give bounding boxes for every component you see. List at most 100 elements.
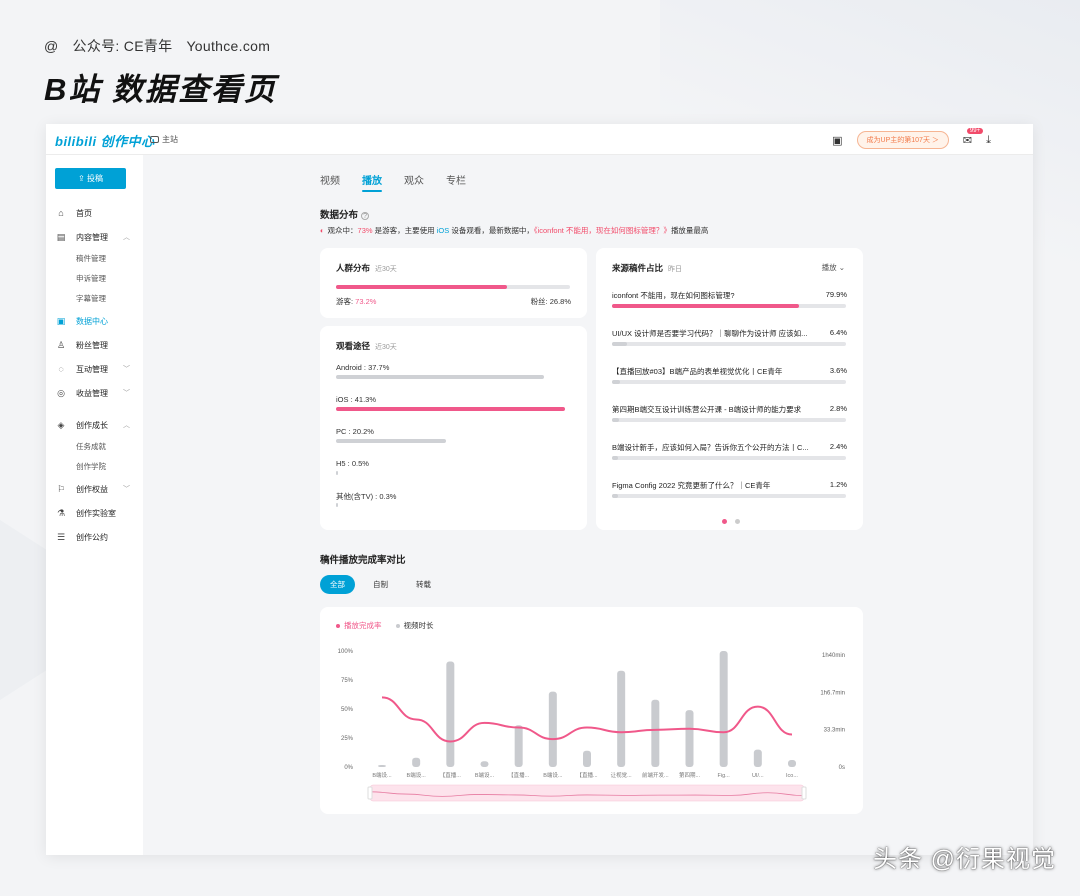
route-title: 观看途径近30天 (336, 340, 397, 352)
brush-handle-left[interactable] (368, 787, 372, 799)
creator-avatar-icon[interactable]: ▣ (832, 134, 842, 147)
duration-bar (412, 758, 420, 767)
sidebar-item-icon: ☰ (56, 532, 66, 543)
source-item-bar (612, 304, 846, 308)
y-right-tick: 0s (839, 765, 845, 771)
tip-g: 播放量最高 (671, 226, 709, 235)
tab[interactable]: 专栏 (446, 172, 466, 187)
chevron-icon[interactable]: ﹀ (123, 364, 130, 374)
source-item-title[interactable]: UI/UX 设计师是否要学习代码？｜聊聊作为设计师 应该如... (612, 328, 812, 339)
sidebar-item-label: 收益管理 (76, 388, 108, 399)
duration-bar (515, 725, 523, 767)
sidebar-item-icon: ◈ (56, 420, 66, 431)
duration-bar (549, 692, 557, 767)
duration-bar (651, 700, 659, 767)
source-item-title[interactable]: 【直播回放#03】B端产品的表单视觉优化丨CE青年 (612, 366, 812, 377)
sidebar-item-icon: ⌂ (56, 208, 66, 218)
sidebar-item[interactable]: ☰创作公约 (46, 525, 143, 549)
completion-title: 稿件播放完成率对比 (320, 552, 406, 566)
sidebar-item[interactable]: ⌂ 首页 (46, 201, 143, 225)
source-item-bar (612, 380, 846, 384)
x-tick-label: Fig... (718, 773, 731, 779)
x-tick-label: B端设... (475, 771, 495, 779)
filter-pill[interactable]: 自制 (363, 575, 398, 594)
route-item-bar-fill (336, 439, 446, 443)
up-days-pill[interactable]: 成为UP主的第107天 ＞ (857, 131, 949, 149)
sidebar-subitem[interactable]: 创作学院 (46, 457, 143, 477)
sidebar-subitem[interactable]: 字幕管理 (46, 289, 143, 309)
sidebar-item-icon: ◎ (56, 388, 66, 399)
sidebar-item[interactable]: ◎ 收益管理 ﹀ (46, 381, 143, 405)
bilibili-logo[interactable]: bilibili 创作中心 (55, 131, 155, 150)
sidebar-subitem[interactable]: 稿件管理 (46, 249, 143, 269)
upload-icon: ⇪ (78, 174, 87, 183)
x-tick-label: 让视觉... (611, 771, 633, 779)
route-item-label: PC : 20.2% (336, 427, 374, 436)
sidebar-item[interactable]: ⚗创作实验室 (46, 501, 143, 525)
tip-video-link[interactable]: 《iconfont 不能用，现在如何图标管理？》 (534, 226, 671, 235)
duration-bar (481, 761, 489, 767)
chevron-icon[interactable]: ﹀ (123, 388, 130, 398)
chart-brush (370, 785, 804, 801)
download-icon[interactable]: ⤓ (986, 134, 991, 147)
sidebar-item-icon: ♙ (56, 340, 66, 351)
credit-at: @ (44, 38, 59, 54)
route-item-label: iOS : 41.3% (336, 395, 376, 404)
credit-site: Youthce.com (186, 38, 270, 54)
carousel-dot-1[interactable] (722, 519, 727, 524)
source-item-bar-fill (612, 342, 627, 346)
carousel-dot-2[interactable] (735, 519, 740, 524)
sidebar-subitem[interactable]: 任务成就 (46, 437, 143, 457)
source-item-bar (612, 418, 846, 422)
source-card: 来源稿件占比昨日 播放 ⌄ iconfont 不能用，现在如何图标管理?79.9… (596, 248, 863, 530)
tab[interactable]: 播放 (362, 172, 382, 187)
message-icon[interactable]: ✉99+ (963, 134, 972, 147)
chevron-icon[interactable]: ︿ (123, 232, 130, 242)
source-metric-select[interactable]: 播放 ⌄ (822, 262, 845, 273)
sidebar-subitem[interactable]: 申诉管理 (46, 269, 143, 289)
sidebar-item[interactable]: ▤内容管理︿ (46, 225, 143, 249)
crowd-bar (336, 285, 570, 289)
page-title: B站 数据查看页 (44, 64, 277, 109)
chevron-icon[interactable]: ﹀ (123, 484, 130, 494)
source-item-title[interactable]: Figma Config 2022 究竟更新了什么？｜CE青年 (612, 480, 812, 491)
source-sub: 昨日 (668, 266, 682, 273)
filter-pill[interactable]: 转载 (406, 575, 441, 594)
completion-line (382, 697, 792, 741)
route-item-bar (336, 503, 570, 507)
x-tick-label: Ico... (786, 773, 798, 779)
source-item-bar (612, 342, 846, 346)
brush-handle-right[interactable] (802, 787, 806, 799)
visitor-value: 73.2% (355, 297, 376, 306)
sidebar-item-icon: ▤ (56, 232, 66, 243)
sidebar-item-label: 数据中心 (76, 316, 108, 327)
tip-a: 观众中： (328, 226, 358, 235)
source-title-text: 来源稿件占比 (612, 263, 663, 273)
tip-c: 是游客，主要使用 (373, 226, 437, 235)
x-tick-label: 【直播... (576, 771, 598, 779)
nav-gap (46, 405, 143, 413)
app-window: bilibili 创作中心 主站 ▣ 成为UP主的第107天 ＞ ✉99+ ⤓ … (46, 124, 1033, 855)
completion-filters: 全部自制转载 (320, 575, 441, 594)
filter-pill[interactable]: 全部 (320, 575, 355, 594)
source-item-title[interactable]: iconfont 不能用，现在如何图标管理? (612, 290, 812, 301)
duration-bar (686, 710, 694, 767)
tab[interactable]: 视频 (320, 172, 340, 187)
tab[interactable]: 观众 (404, 172, 424, 187)
source-item-title[interactable]: B端设计新手，应该如何入局？告诉你五个公开的方法丨C... (612, 442, 812, 453)
sidebar-item[interactable]: ◌互动管理﹀ (46, 357, 143, 381)
sidebar-item[interactable]: ◈创作成长︿ (46, 413, 143, 437)
source-item-pct: 2.4% (830, 442, 847, 451)
chevron-icon[interactable]: ︿ (123, 420, 130, 430)
route-item-label: 其他(含TV) : 0.3% (336, 491, 396, 502)
sidebar-item[interactable]: ▣数据中心 (46, 309, 143, 333)
source-item-title[interactable]: 第四期B端交互设计训练营公开课 - B端设计师的能力要求 (612, 404, 812, 415)
home-link[interactable]: 主站 (150, 134, 178, 145)
source-item-bar-fill (612, 304, 799, 308)
sidebar-item[interactable]: ⚐创作权益﹀ (46, 477, 143, 501)
upload-button[interactable]: ⇪ 投稿 (55, 168, 126, 189)
sidebar-item[interactable]: ♙粉丝管理 (46, 333, 143, 357)
route-item-bar (336, 471, 570, 475)
sidebar-item-label: 首页 (76, 208, 92, 219)
help-icon[interactable]: ? (361, 212, 369, 220)
